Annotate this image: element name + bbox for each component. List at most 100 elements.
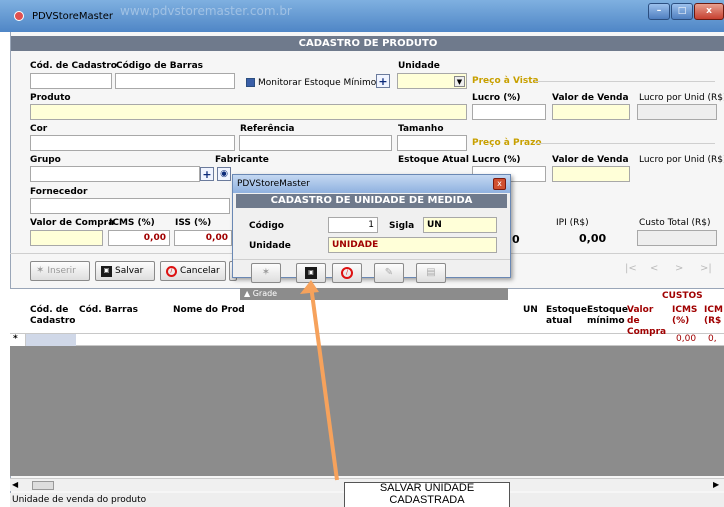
referencia-input[interactable]: [239, 135, 392, 151]
next-record-icon[interactable]: >: [675, 263, 683, 274]
dialog-header: CADASTRO DE UNIDADE DE MEDIDA: [236, 194, 507, 208]
dialog-grade-label: Grade: [252, 289, 278, 298]
fabricante-label: Fabricante: [215, 155, 269, 165]
trash-icon: ▤: [426, 267, 436, 278]
cancelar-label: Cancelar: [180, 266, 220, 276]
scroll-left-icon[interactable]: ◀: [12, 480, 18, 489]
callout-arrow: [300, 280, 339, 481]
partial-value: 0: [512, 233, 520, 246]
fornecedor-label: Fornecedor: [30, 187, 88, 197]
fornecedor-input[interactable]: [30, 198, 230, 214]
cancelar-button[interactable]: / Cancelar: [160, 261, 226, 281]
grid-col-un[interactable]: UN: [523, 305, 538, 316]
scroll-right-icon[interactable]: ▶: [713, 480, 719, 489]
grid-col-cod-cadastro[interactable]: Cód. de Cadastro: [30, 305, 75, 327]
cod-barras-input[interactable]: [115, 73, 235, 89]
lucro-unid-input-vista: [637, 104, 717, 120]
lucro-unid-label-prazo: Lucro por Unid (R$): [639, 155, 724, 165]
produto-input[interactable]: [30, 104, 467, 120]
grid-col-nome-prod[interactable]: Nome do Prod: [173, 305, 245, 316]
save-icon: ▣: [305, 267, 317, 279]
dialog-sigla-label: Sigla: [389, 221, 415, 231]
cancel-icon: /: [341, 267, 353, 279]
cod-cadastro-label: Cód. de Cadastro: [30, 61, 117, 71]
dialog-sigla-input[interactable]: UN: [423, 217, 497, 233]
dialog-title: PDVStoreMaster: [237, 179, 310, 189]
grid-col-icms-pct[interactable]: ICMS (%): [672, 305, 698, 327]
add-grupo-button[interactable]: +: [200, 167, 214, 181]
grid-group-custos: CUSTOS: [662, 291, 703, 301]
close-button[interactable]: x: [694, 3, 724, 20]
last-record-icon[interactable]: >|: [700, 263, 712, 274]
unidade-label: Unidade: [398, 61, 440, 71]
monitorar-label: Monitorar Estoque Mínimo: [258, 78, 377, 88]
save-icon: ▣: [101, 265, 112, 277]
preco-prazo-divider: [535, 143, 715, 144]
insert-icon: ✶: [261, 267, 271, 278]
add-unidade-button[interactable]: +: [376, 74, 390, 88]
iss-pct-input[interactable]: 0,00: [174, 230, 232, 246]
edit-icon: ✎: [384, 267, 394, 278]
grid-col-valor-compra[interactable]: Valor de Compra: [627, 305, 667, 338]
lucro-unid-label-vista: Lucro por Unid (R$): [639, 93, 724, 103]
first-record-icon[interactable]: |<: [625, 263, 637, 274]
dialog-codigo-input[interactable]: 1: [328, 217, 378, 233]
grid-col-cod-barras[interactable]: Cód. Barras: [79, 305, 138, 316]
grupo-label: Grupo: [30, 155, 61, 165]
app-icon: [14, 11, 24, 21]
valor-venda-label-vista: Valor de Venda: [552, 93, 629, 103]
dialog-codigo-label: Código: [249, 221, 284, 231]
preco-prazo-label: Preço à Prazo: [472, 138, 542, 148]
referencia-label: Referência: [240, 124, 295, 134]
iss-pct-label: ISS (%): [175, 218, 212, 228]
salvar-label: Salvar: [115, 266, 144, 276]
scroll-thumb[interactable]: [32, 481, 54, 490]
dialog-close-icon[interactable]: x: [493, 178, 506, 190]
estoque-atual-label: Estoque Atual: [398, 155, 469, 165]
form-header: CADASTRO DE PRODUTO: [11, 36, 724, 51]
cod-barras-label: Código de Barras: [116, 61, 203, 71]
binoculars-icon[interactable]: ◉: [217, 167, 231, 181]
prev-record-icon[interactable]: <: [650, 263, 658, 274]
cor-label: Cor: [30, 124, 48, 134]
minimize-button[interactable]: –: [648, 3, 670, 20]
callout-text: SALVAR UNIDADE CADASTRADA: [379, 482, 475, 506]
salvar-button[interactable]: ▣ Salvar: [95, 261, 155, 281]
window-title: PDVStoreMaster: [32, 11, 113, 22]
dialog-titlebar: PDVStoreMaster x: [233, 175, 510, 193]
dialog-delete-button[interactable]: ▤: [416, 263, 446, 283]
ipi-rs-value: 0,00: [579, 232, 607, 245]
valor-compra-input[interactable]: [30, 230, 103, 246]
watermark: www.pdvstoremaster.com.br: [120, 4, 292, 18]
maximize-button[interactable]: □: [671, 3, 693, 20]
valor-venda-input-prazo[interactable]: [552, 166, 630, 182]
grid-col-estoque-minimo[interactable]: Estoque mínimo: [587, 305, 628, 327]
icms-pct-label: ICMS (%): [109, 218, 155, 228]
lucro-pct-label-prazo: Lucro (%): [472, 155, 521, 165]
lucro-pct-input-vista[interactable]: [472, 104, 546, 120]
insert-icon: ✶: [36, 265, 45, 276]
monitorar-checkbox[interactable]: [246, 78, 255, 87]
icms-pct-input[interactable]: 0,00: [108, 230, 170, 246]
cor-input[interactable]: [30, 135, 235, 151]
dialog-grade-strip[interactable]: ▲ Grade: [240, 288, 508, 300]
grid-cell-icms: 0,00: [676, 334, 697, 344]
grid-col-icms-rs[interactable]: ICM (R$: [704, 305, 724, 327]
preco-vista-divider: [535, 81, 715, 82]
valor-venda-label-prazo: Valor de Venda: [552, 155, 629, 165]
grid-row[interactable]: [10, 334, 724, 346]
cod-cadastro-input[interactable]: [30, 73, 112, 89]
grid-cell-active[interactable]: [26, 334, 76, 346]
dialog-unidade-input[interactable]: UNIDADE: [328, 237, 497, 253]
inserir-label: Inserir: [47, 266, 76, 276]
dialog-edit-button[interactable]: ✎: [374, 263, 404, 283]
dialog-unidade-label: Unidade: [249, 241, 291, 251]
dialog-insert-button[interactable]: ✶: [251, 263, 281, 283]
valor-venda-input-vista[interactable]: [552, 104, 630, 120]
grid-cell-icms-rs: 0,: [708, 334, 717, 344]
tamanho-input[interactable]: [397, 135, 467, 151]
inserir-button[interactable]: ✶ Inserir: [30, 261, 90, 281]
grid-col-estoque-atual[interactable]: Estoque atual: [546, 305, 587, 327]
chevron-down-icon[interactable]: ▼: [454, 76, 465, 87]
grupo-input[interactable]: [30, 166, 200, 182]
